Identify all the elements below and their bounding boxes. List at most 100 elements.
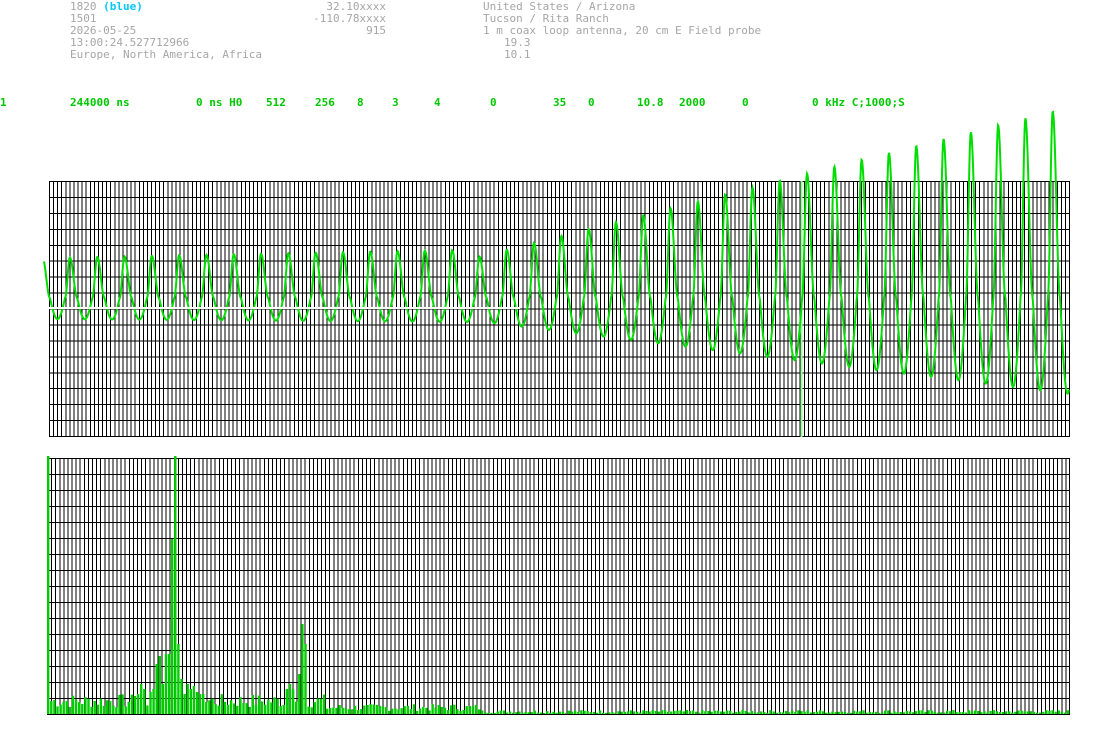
spectrum-bar xyxy=(611,712,614,714)
spectrum-bar xyxy=(493,712,496,714)
spectrum-bar xyxy=(707,711,710,714)
spectrum-bar xyxy=(183,694,186,714)
spectrum-bar xyxy=(329,707,332,714)
spectrum-bar xyxy=(620,711,623,714)
spectrum-bar xyxy=(1066,710,1070,714)
spectrum-bar xyxy=(307,706,310,714)
spectrum-bar xyxy=(96,704,99,714)
spectrum-bar xyxy=(555,712,558,714)
spectrum-bar xyxy=(574,710,577,714)
spectrum-bar xyxy=(443,707,447,714)
spectrum-bar xyxy=(530,712,533,714)
spectrum-bar xyxy=(403,706,406,714)
spectrum-bar xyxy=(226,704,230,714)
spectrum-bar xyxy=(1001,712,1005,714)
spectrum-bar xyxy=(146,705,149,714)
spectrum-bar xyxy=(155,664,158,714)
spectrum-bar xyxy=(772,711,775,714)
spectrum-bar xyxy=(862,710,865,714)
spectrum-bar xyxy=(691,710,695,714)
grid-lines xyxy=(47,458,1070,715)
spectrum-bar xyxy=(778,711,781,714)
spectrum-bar xyxy=(481,710,484,714)
spectrum-bar xyxy=(750,711,754,714)
spectrum-bar xyxy=(608,712,611,714)
spectrum-bar xyxy=(112,705,115,714)
spectrum-bar xyxy=(1017,710,1020,714)
spectrum-bar xyxy=(716,710,719,714)
spectrum-bar xyxy=(471,706,475,714)
spectrum-bar xyxy=(536,712,540,714)
spectrum-bar xyxy=(388,710,391,714)
spectrum-grid xyxy=(47,458,1070,715)
spectrum-bar xyxy=(710,711,713,714)
spectrum-bar xyxy=(543,713,546,714)
spectrum-bar xyxy=(202,694,205,714)
spectrum-bar xyxy=(1060,711,1064,714)
spectrum-bar xyxy=(970,711,974,714)
spectrum-bar xyxy=(1011,712,1014,714)
spectrum-bar xyxy=(496,711,499,714)
spectrum-bar xyxy=(781,712,785,714)
spectrum-bar xyxy=(918,710,921,714)
spectrum-bar xyxy=(1054,711,1057,714)
spectrum-bar xyxy=(140,684,143,714)
spectrum-bar xyxy=(65,700,68,714)
spectrum-bar xyxy=(853,710,856,714)
spectrum-bar xyxy=(992,710,995,714)
spectrum-bar xyxy=(605,712,608,714)
spectrum-bar xyxy=(174,456,177,714)
spectrum-bar xyxy=(524,711,527,714)
spectrum-bar xyxy=(629,710,633,714)
spectrum-bar xyxy=(502,710,506,714)
spectrum-bar xyxy=(902,712,905,714)
spectrum-bar xyxy=(391,708,394,714)
spectrum-bar xyxy=(363,705,366,714)
plot-canvas xyxy=(43,110,1070,715)
spectrum-bar xyxy=(298,674,301,714)
spectrum-bar xyxy=(639,712,642,714)
spectrum-bar xyxy=(586,711,589,714)
spectrum-bar xyxy=(955,712,958,714)
spectrum-bar xyxy=(911,712,915,714)
spectrum-bar xyxy=(986,712,989,714)
spectrum-bar xyxy=(515,712,518,714)
spectrum-bar xyxy=(837,711,840,714)
spectrum-bar xyxy=(217,705,220,714)
spectrum-bar xyxy=(251,695,254,714)
spectrum-bar xyxy=(831,711,834,714)
spectrum-bar xyxy=(645,711,648,714)
spectrum-bar xyxy=(47,456,50,714)
spectrum-bar xyxy=(267,699,270,714)
spectrum-bar xyxy=(229,700,233,714)
spectrum-bar xyxy=(78,702,81,714)
spectrum-bar xyxy=(357,710,360,714)
spectrum-bar xyxy=(130,694,134,714)
spectrum-bar xyxy=(1023,711,1026,714)
spectrum-bar xyxy=(877,712,881,714)
spectrum-bar xyxy=(791,710,794,714)
spectrum-bar xyxy=(769,710,772,714)
spectrum-bar xyxy=(868,711,871,714)
spectrum-bar xyxy=(797,710,800,714)
spectrum-bar xyxy=(1057,710,1060,714)
spectrum-bar xyxy=(973,710,977,714)
spectrum-bar xyxy=(592,711,595,714)
spectrum-bar xyxy=(803,711,806,714)
spectrum-bar xyxy=(208,700,211,714)
spectrum-bar xyxy=(915,711,918,714)
spectrum-bar xyxy=(908,711,912,714)
spectrum-bar xyxy=(657,711,661,714)
spectrum-bar xyxy=(453,704,456,714)
spectrum-bar xyxy=(242,703,245,714)
spectrum-bar xyxy=(558,711,561,714)
spectrum-bars xyxy=(47,456,1070,714)
spectrum-bar xyxy=(291,689,295,714)
spectrum-bar xyxy=(437,704,440,714)
spectrum-bar xyxy=(871,712,874,714)
spectrum-bar xyxy=(93,701,96,714)
spectrum-bar xyxy=(698,712,701,714)
spectrum-bar xyxy=(933,711,936,714)
spectrum-bar xyxy=(893,711,896,714)
spectrum-bar xyxy=(189,689,192,714)
